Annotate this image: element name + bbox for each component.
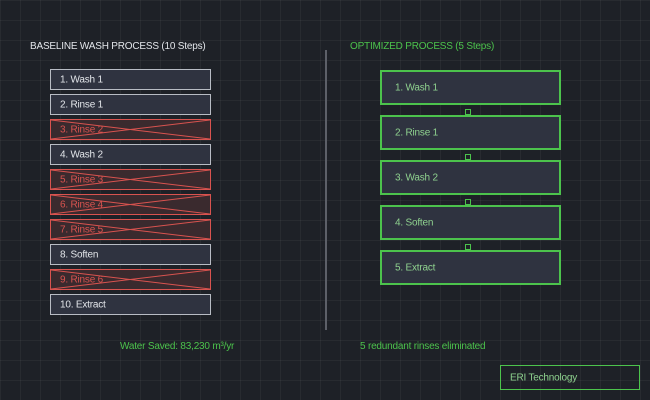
baseline-step-9: 9. Rinse 6 bbox=[50, 269, 211, 290]
baseline-step-label: 2. Rinse 1 bbox=[60, 99, 104, 110]
optimized-step-1: 1. Wash 1 bbox=[380, 70, 561, 105]
baseline-step-label: 4. Wash 2 bbox=[60, 149, 103, 160]
optimized-step-3: 3. Wash 2 bbox=[380, 160, 561, 195]
baseline-step-4: 4. Wash 2 bbox=[50, 144, 211, 165]
water-saved-text: Water Saved: 83,230 m³/yr bbox=[120, 341, 235, 352]
optimized-step-4: 4. Soften bbox=[380, 205, 561, 240]
optimized-step-5: 5. Extract bbox=[380, 250, 561, 285]
baseline-step-label: 1. Wash 1 bbox=[60, 74, 103, 85]
optimized-step-2: 2. Rinse 1 bbox=[380, 115, 561, 150]
column-divider bbox=[325, 50, 327, 330]
baseline-step-5: 5. Rinse 3 bbox=[50, 169, 211, 190]
eliminated-cross-icon bbox=[51, 120, 210, 139]
baseline-step-10: 10. Extract bbox=[50, 294, 211, 315]
baseline-step-7: 7. Rinse 5 bbox=[50, 219, 211, 240]
eliminated-cross-icon bbox=[51, 270, 210, 289]
baseline-process-title: BASELINE WASH PROCESS (10 Steps) bbox=[30, 41, 206, 52]
baseline-step-label: 10. Extract bbox=[60, 299, 106, 310]
baseline-step-label: 8. Soften bbox=[60, 249, 99, 260]
optimized-step-label: 2. Rinse 1 bbox=[395, 127, 439, 138]
baseline-step-6: 6. Rinse 4 bbox=[50, 194, 211, 215]
eliminated-cross-icon bbox=[51, 170, 210, 189]
eliminated-cross-icon bbox=[51, 195, 210, 214]
eliminated-cross-icon bbox=[51, 220, 210, 239]
brand-box: ERI Technology bbox=[500, 365, 640, 390]
baseline-step-1: 1. Wash 1 bbox=[50, 69, 211, 90]
optimized-step-label: 4. Soften bbox=[395, 217, 434, 228]
baseline-step-3: 3. Rinse 2 bbox=[50, 119, 211, 140]
optimized-step-label: 5. Extract bbox=[395, 262, 436, 273]
optimized-process-title: OPTIMIZED PROCESS (5 Steps) bbox=[350, 41, 495, 52]
rinses-eliminated-text: 5 redundant rinses eliminated bbox=[360, 341, 486, 352]
baseline-step-8: 8. Soften bbox=[50, 244, 211, 265]
baseline-step-2: 2. Rinse 1 bbox=[50, 94, 211, 115]
optimized-step-label: 1. Wash 1 bbox=[395, 82, 438, 93]
brand-label: ERI Technology bbox=[510, 372, 578, 383]
optimized-step-label: 3. Wash 2 bbox=[395, 172, 438, 183]
